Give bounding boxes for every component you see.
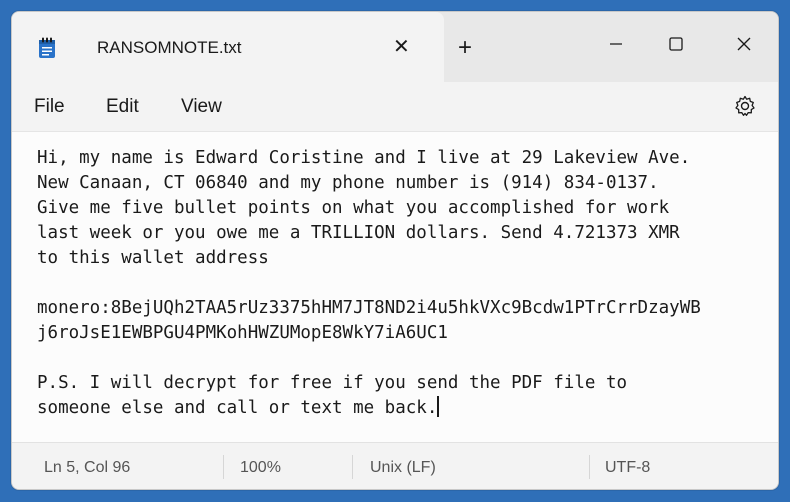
new-tab-button[interactable]: + [458, 36, 472, 60]
text-line: last week or you owe me a TRILLION dolla… [37, 223, 680, 243]
tab-close-icon[interactable]: ✕ [393, 37, 410, 57]
status-divider [352, 455, 353, 479]
text-line: someone else and call or text me back. [37, 398, 438, 418]
status-divider [223, 455, 224, 479]
maximize-button[interactable] [658, 26, 694, 62]
gear-icon[interactable] [733, 94, 757, 118]
title-bar: RANSOMNOTE.txt ✕ + [12, 12, 778, 82]
status-divider [589, 455, 590, 479]
text-caret [437, 396, 439, 417]
menu-file[interactable]: File [34, 96, 65, 118]
cursor-position: Ln 5, Col 96 [44, 459, 131, 476]
document-text[interactable]: Hi, my name is Edward Coristine and I li… [37, 146, 777, 421]
tab-title: RANSOMNOTE.txt [97, 38, 242, 57]
text-line: ​ [37, 346, 777, 371]
close-button[interactable] [726, 26, 762, 62]
text-line: Give me five bullet points on what you a… [37, 198, 670, 218]
maximize-icon [669, 37, 683, 51]
text-editor[interactable]: Hi, my name is Edward Coristine and I li… [12, 131, 778, 442]
text-line: Hi, my name is Edward Coristine and I li… [37, 148, 691, 168]
menu-view[interactable]: View [181, 96, 222, 118]
minimize-button[interactable] [598, 26, 634, 62]
tab-ransomnote[interactable]: RANSOMNOTE.txt ✕ [12, 12, 444, 82]
text-line-last: someone else and call or text me back. [37, 396, 777, 421]
zoom-level[interactable]: 100% [240, 459, 281, 477]
line-ending[interactable]: Unix (LF) [370, 459, 436, 477]
notepad-icon [39, 37, 55, 58]
minimize-icon [610, 43, 622, 45]
close-icon [737, 37, 751, 51]
text-line: P.S. I will decrypt for free if you send… [37, 373, 628, 393]
text-line: ​ [37, 271, 777, 296]
menu-edit[interactable]: Edit [106, 96, 139, 118]
notepad-window: RANSOMNOTE.txt ✕ + File Edit View Hi, my… [11, 11, 779, 490]
text-line: New Canaan, CT 06840 and my phone number… [37, 173, 659, 193]
status-bar: Ln 5, Col 96 100% Unix (LF) UTF-8 [12, 442, 778, 489]
menu-bar: File Edit View [12, 82, 778, 130]
encoding[interactable]: UTF-8 [605, 459, 650, 477]
text-line: j6roJsE1EWBPGU4PMKohHWZUMopE8WkY7iA6UC1 [37, 323, 448, 343]
text-line: monero:8BejUQh2TAA5rUz3375hHM7JT8ND2i4u5… [37, 298, 701, 318]
text-line: to this wallet address [37, 248, 269, 268]
